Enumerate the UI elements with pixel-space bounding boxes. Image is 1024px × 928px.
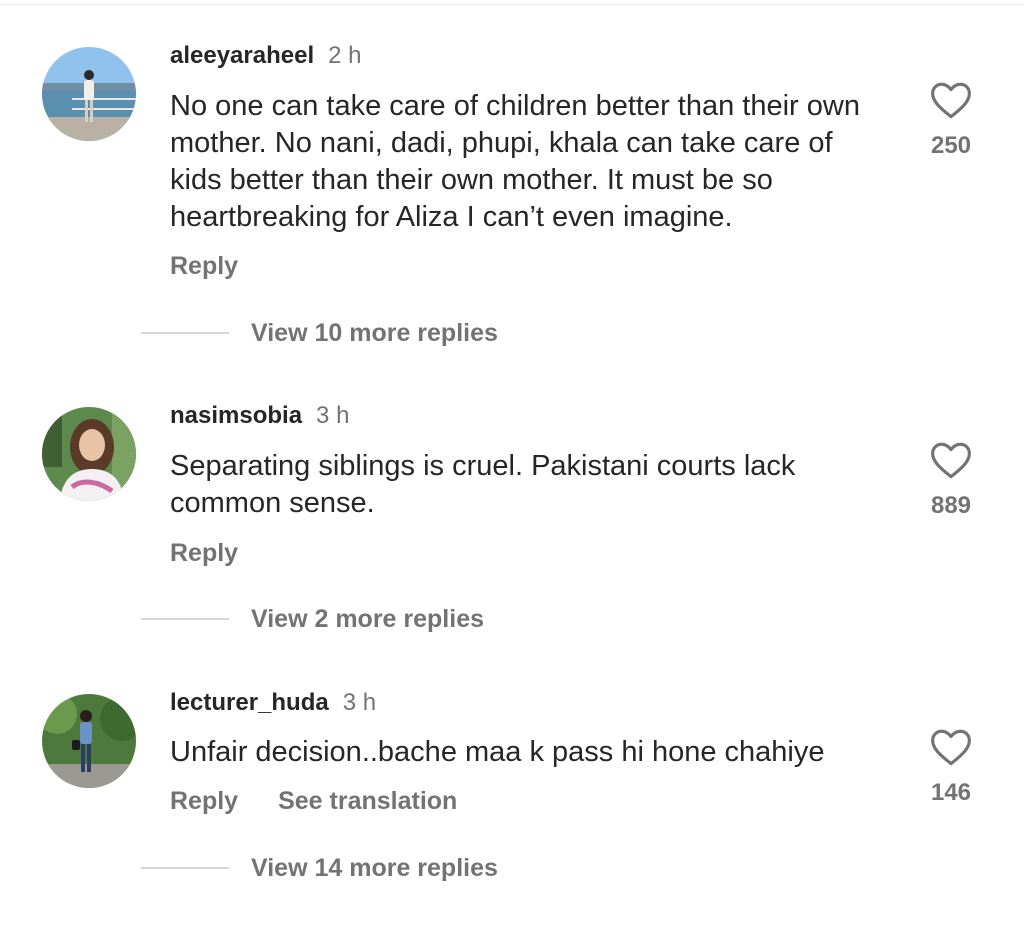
like-control: 146 bbox=[910, 727, 992, 807]
reply-button[interactable]: Reply bbox=[170, 787, 238, 815]
heart-icon[interactable] bbox=[930, 727, 972, 767]
comment-text: Separating siblings is cruel. Pakistani … bbox=[170, 450, 796, 519]
replies-divider-line bbox=[141, 867, 229, 869]
comment-item: lecturer_huda 3 h Unfair decision..bache … bbox=[0, 0, 1024, 882]
view-replies-label: View 14 more replies bbox=[251, 854, 498, 882]
timestamp: 3 h bbox=[342, 689, 377, 716]
view-replies-label: View 2 more replies bbox=[251, 605, 484, 633]
timestamp: 3 h bbox=[316, 402, 350, 429]
avatar[interactable] bbox=[42, 407, 136, 501]
profile-photo-icon bbox=[42, 407, 136, 501]
view-replies-label: View 10 more replies bbox=[251, 319, 498, 347]
replies-divider-line bbox=[141, 618, 229, 620]
username[interactable]: lecturer_huda bbox=[170, 689, 329, 716]
like-control: 889 bbox=[910, 440, 992, 520]
avatar[interactable] bbox=[42, 694, 136, 788]
comment-actions: Reply bbox=[170, 538, 238, 568]
comment-header: nasimsobia 3 h bbox=[170, 401, 349, 431]
comment-text: Unfair decision..bache maa k pass hi hon… bbox=[170, 736, 825, 768]
username[interactable]: nasimsobia bbox=[170, 402, 302, 429]
comment-actions: Reply See translation bbox=[170, 786, 457, 816]
replies-divider-line bbox=[141, 332, 229, 334]
reply-button[interactable]: Reply bbox=[170, 539, 238, 567]
heart-icon[interactable] bbox=[930, 440, 972, 480]
see-translation-button[interactable]: See translation bbox=[278, 787, 457, 815]
comment-header: lecturer_huda 3 h bbox=[170, 688, 376, 718]
profile-photo-icon bbox=[42, 694, 136, 788]
like-count: 889 bbox=[930, 492, 972, 519]
like-count: 146 bbox=[930, 779, 972, 806]
